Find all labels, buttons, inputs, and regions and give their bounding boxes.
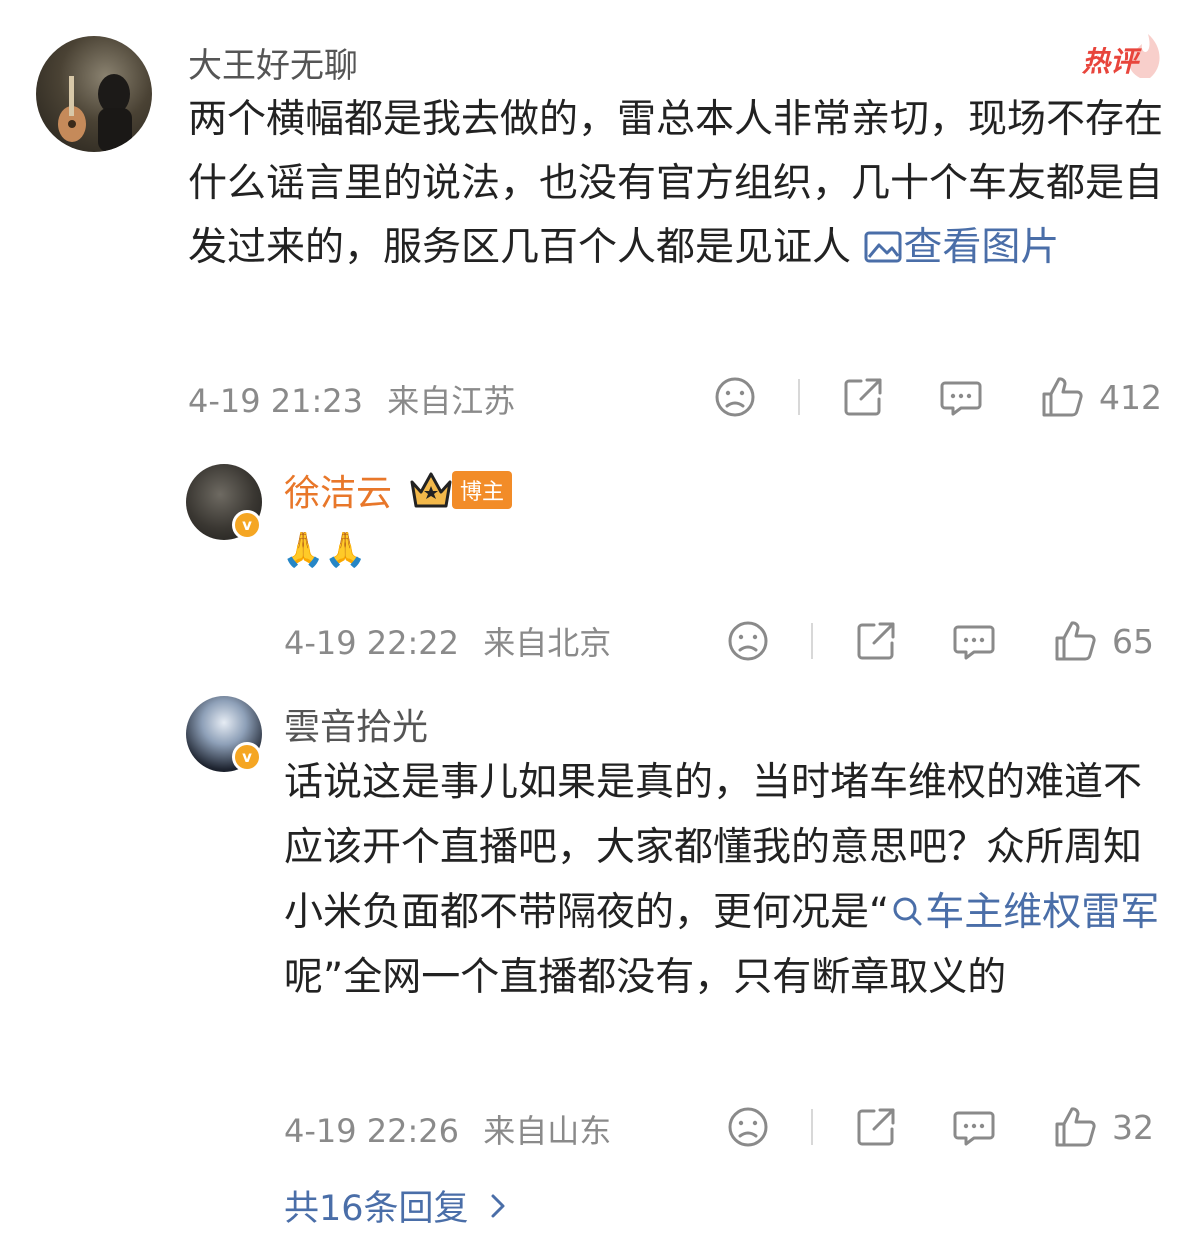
like-count: 65 <box>1112 621 1154 661</box>
blogger-badge: 博主 <box>452 471 513 509</box>
avatar-image <box>58 74 132 152</box>
hot-comment-badge: 热评 <box>1082 30 1162 80</box>
like-icon[interactable] <box>1052 1105 1098 1149</box>
topic-label: 车主维权雷军 <box>925 890 1160 935</box>
divider <box>798 379 800 415</box>
like-icon[interactable] <box>1039 375 1085 419</box>
view-image-link[interactable]: 查看图片 <box>863 225 1059 270</box>
divider <box>811 1109 813 1145</box>
reply-2-meta: 4-19 22:26 来自山东 <box>284 1106 611 1152</box>
dislike-icon[interactable] <box>712 375 758 419</box>
more-replies-link[interactable]: 共16条回复 <box>284 1180 513 1231</box>
comment-location: 来自江苏 <box>387 382 516 420</box>
comment-actions: 412 <box>712 372 1167 422</box>
comment-icon[interactable] <box>951 619 997 663</box>
topic-link[interactable]: 车主维权雷军 <box>889 890 1159 935</box>
hot-badge-label: 热评 <box>1082 45 1139 78</box>
search-icon <box>893 897 922 926</box>
dislike-icon[interactable] <box>725 1105 771 1149</box>
verified-badge-icon: v <box>232 742 262 772</box>
like-count: 412 <box>1099 377 1162 417</box>
reply-avatar-wrap[interactable]: v <box>186 464 262 540</box>
reply-2-location: 来自山东 <box>483 1112 612 1150</box>
view-image-label: 查看图片 <box>903 225 1060 270</box>
more-replies-label: 共16条回复 <box>284 1189 469 1229</box>
comment-text: 两个横幅都是我去做的，雷总本人非常亲切，现场不存在什么谣言里的说法，也没有官方组… <box>188 88 1168 280</box>
crown-icon <box>408 468 454 512</box>
share-icon[interactable] <box>853 1105 899 1149</box>
share-icon[interactable] <box>840 375 886 419</box>
reply-1-location: 来自北京 <box>483 624 612 662</box>
reply-2-text: 话说这是事儿如果是真的，当时堵车维权的难道不应该开个直播吧，大家都懂我的意思吧？… <box>284 750 1168 1010</box>
like-count: 32 <box>1112 1107 1154 1147</box>
divider <box>811 623 813 659</box>
share-icon[interactable] <box>853 619 899 663</box>
image-icon <box>864 231 902 263</box>
comment-time: 4-19 21:23 <box>188 382 364 420</box>
comment-icon[interactable] <box>951 1105 997 1149</box>
reply-1-actions: 65 <box>725 616 1167 666</box>
comment-icon[interactable] <box>938 375 984 419</box>
verified-badge-icon: v <box>232 510 262 540</box>
reply-2-body-end: 呢”全网一个直播都没有，只有断章取义的 <box>284 955 1007 1000</box>
reply-avatar-wrap[interactable]: v <box>186 696 262 772</box>
like-icon[interactable] <box>1052 619 1098 663</box>
comment-username[interactable]: 大王好无聊 <box>188 38 358 87</box>
reply-1-time: 4-19 22:22 <box>284 624 460 662</box>
reply-1-username[interactable]: 徐洁云 <box>284 464 392 516</box>
reply-1-header: 徐洁云 博主 <box>284 464 513 516</box>
comment-meta: 4-19 21:23 来自江苏 <box>188 376 515 422</box>
chevron-right-icon <box>491 1194 505 1217</box>
reply-2-username[interactable]: 雲音拾光 <box>284 698 428 750</box>
reply-2-time: 4-19 22:26 <box>284 1112 460 1150</box>
reply-1-text: 🙏🙏 <box>282 530 367 570</box>
reply-1-meta: 4-19 22:22 来自北京 <box>284 618 611 664</box>
reply-2-actions: 32 <box>725 1102 1167 1152</box>
avatar-main[interactable] <box>36 36 152 152</box>
dislike-icon[interactable] <box>725 619 771 663</box>
